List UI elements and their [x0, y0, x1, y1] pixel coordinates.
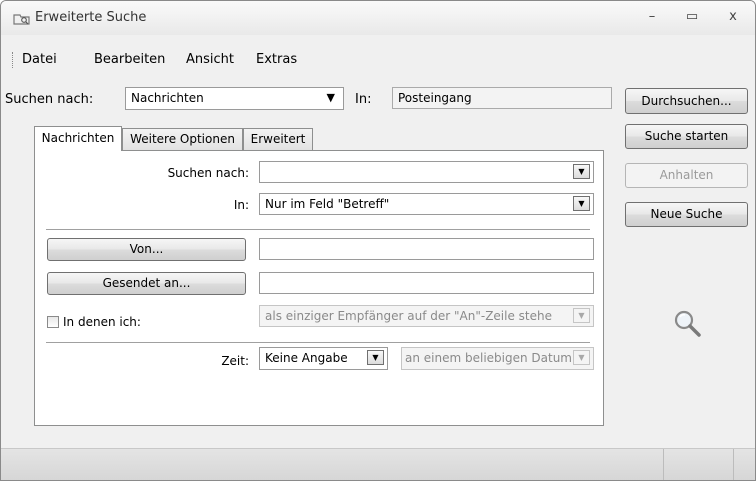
status-bar: [1, 448, 755, 480]
in-folder-field: Posteingang: [392, 87, 612, 109]
status-divider: [663, 449, 664, 480]
menu-ansicht[interactable]: Ansicht: [186, 52, 234, 67]
menu-extras[interactable]: Extras: [256, 52, 297, 67]
magnifier-icon: [673, 309, 703, 339]
close-button[interactable]: x: [723, 9, 743, 24]
minimize-button[interactable]: –: [642, 9, 662, 24]
from-button[interactable]: Von...: [47, 238, 246, 261]
where-i-select-value: als einziger Empfänger auf der "An"-Zeil…: [265, 309, 553, 323]
menu-grip[interactable]: [12, 52, 15, 68]
divider: [46, 229, 590, 230]
chevron-down-icon: ▼: [573, 308, 590, 323]
tab-nachrichten[interactable]: Nachrichten: [34, 126, 122, 151]
sent-to-field[interactable]: [259, 272, 594, 294]
time-select[interactable]: Keine Angabe ▼: [259, 347, 388, 370]
chevron-down-icon[interactable]: ▼: [367, 350, 384, 365]
window-title: Erweiterte Suche: [35, 10, 147, 25]
in-folder-value: Posteingang: [398, 91, 472, 105]
advanced-search-window: Erweiterte Suche – ▭ x Datei Bearbeiten …: [0, 0, 756, 481]
in-label: In:: [355, 92, 372, 107]
where-i-select[interactable]: als einziger Empfänger auf der "An"-Zeil…: [259, 305, 594, 327]
in-field-select-value: Nur im Feld "Betreff": [265, 197, 390, 211]
menu-datei[interactable]: Datei: [22, 52, 57, 67]
search-for-label: Suchen nach:: [5, 92, 94, 107]
time-select-value: Keine Angabe: [265, 351, 348, 365]
time-label: Zeit:: [221, 354, 249, 368]
menu-bar: Datei Bearbeiten Ansicht Extras: [1, 47, 755, 73]
chevron-down-icon[interactable]: ▼: [573, 164, 590, 179]
field-search-for-label: Suchen nach:: [167, 166, 249, 180]
sent-to-button[interactable]: Gesendet an...: [47, 272, 246, 295]
chevron-down-icon: ▼: [326, 91, 335, 104]
search-for-select[interactable]: Nachrichten ▼: [125, 87, 344, 110]
date-select[interactable]: an einem beliebigen Datum ▼: [401, 347, 594, 370]
status-divider: [733, 449, 734, 480]
tab-erweitert[interactable]: Erweitert: [243, 128, 313, 150]
date-select-value: an einem beliebigen Datum: [405, 351, 572, 365]
maximize-button[interactable]: ▭: [682, 9, 702, 24]
from-field[interactable]: [259, 238, 594, 260]
field-in-label: In:: [233, 198, 249, 212]
where-i-label: In denen ich:: [63, 315, 141, 329]
search-folder-icon: [12, 12, 32, 26]
start-search-button[interactable]: Suche starten: [625, 124, 748, 149]
menu-bearbeiten[interactable]: Bearbeiten: [94, 52, 165, 67]
divider: [46, 342, 590, 343]
title-bar: Erweiterte Suche – ▭ x: [1, 1, 755, 35]
where-i-checkbox[interactable]: [47, 316, 59, 328]
browse-button[interactable]: Durchsuchen...: [625, 88, 748, 114]
stop-button[interactable]: Anhalten: [625, 163, 748, 188]
chevron-down-icon: ▼: [573, 350, 590, 365]
search-for-select-value: Nachrichten: [131, 91, 204, 105]
tab-weitere-optionen[interactable]: Weitere Optionen: [122, 128, 243, 150]
new-search-button[interactable]: Neue Suche: [625, 202, 748, 227]
in-field-select[interactable]: Nur im Feld "Betreff" ▼: [259, 193, 594, 215]
chevron-down-icon[interactable]: ▼: [573, 196, 590, 211]
search-for-combo[interactable]: ▼: [259, 161, 594, 183]
